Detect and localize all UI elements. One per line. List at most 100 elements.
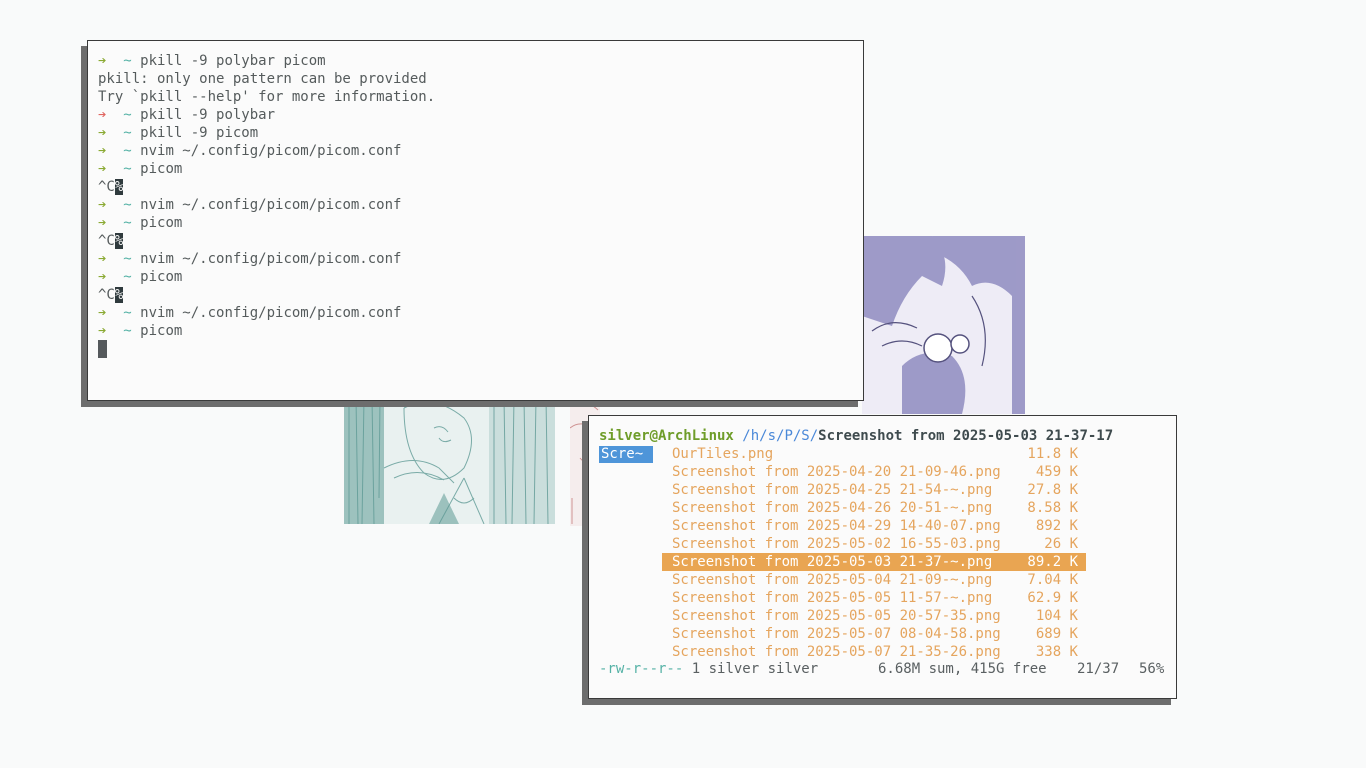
home-dir-indicator: ~ [123,305,132,321]
terminal-cursor [98,340,107,358]
prompt-arrow-icon: ➔ [98,305,107,321]
file-name: Screenshot from 2025-05-05 20-57-35.png [672,608,1001,624]
prompt-arrow-icon: ➔ [98,251,107,267]
file-size: 459 K [1035,464,1078,480]
file-name: Screenshot from 2025-04-20 21-09-46.png [672,464,1001,480]
file-size: 892 K [1035,518,1078,534]
interrupt-text: ^C [98,179,115,195]
file-row[interactable]: Screenshot from 2025-05-07 21-35-26.png 3… [662,643,1086,661]
terminal-prompt-line: ➔ ~ nvim ~/.config/picom/picom.conf [98,250,435,268]
file-size: 62.9 K [1027,590,1078,606]
file-owner: 1 silver silver [691,661,819,677]
home-dir-indicator: ~ [123,161,132,177]
home-dir-indicator: ~ [123,143,132,159]
home-dir-indicator: ~ [123,53,132,69]
file-name: Screenshot from 2025-04-26 20-51-~.png [672,500,993,516]
command-text: nvim ~/.config/picom/picom.conf [131,251,402,267]
file-row[interactable]: Screenshot from 2025-05-04 21-09-~.png 7.… [662,571,1086,589]
terminal-prompt-line: ➔ ~ pkill -9 polybar [98,106,435,124]
home-dir-indicator: ~ [123,125,132,141]
command-output-line: pkill: only one pattern can be provided [98,71,427,87]
file-permissions: -rw-r--r-- [599,661,684,677]
command-text: picom [131,323,183,339]
home-dir-indicator: ~ [123,107,132,123]
directory-summary: 6.68M sum, 415G free [878,661,1047,677]
home-dir-indicator: ~ [123,323,132,339]
command-text: pkill -9 picom [131,125,259,141]
terminal-prompt-line: ➔ ~ nvim ~/.config/picom/picom.conf [98,142,435,160]
current-path: /h/s/P/S/ [742,428,819,444]
file-name: Screenshot from 2025-04-25 21-54-~.png [672,482,993,498]
file-name: Screenshot from 2025-05-07 21-35-26.png [672,644,1001,660]
cursor-position: 21/37 [1077,661,1120,677]
file-size: 89.2 K [1027,554,1078,570]
file-name: Screenshot from 2025-05-03 21-37-~.png [672,554,993,570]
file-size: 8.58 K [1027,500,1078,516]
home-dir-indicator: ~ [123,269,132,285]
terminal-prompt-line: ➔ ~ picom [98,322,435,340]
wallpaper-image-fragment-left [344,398,555,524]
terminal-prompt-line: ➔ ~ nvim ~/.config/picom/picom.conf [98,196,435,214]
file-size: 7.04 K [1027,572,1078,588]
file-row[interactable]: Screenshot from 2025-04-26 20-51-~.png 8.… [662,499,1086,517]
user-host: silver@ArchLinux [599,428,734,444]
file-size: 104 K [1035,608,1078,624]
command-text: picom [131,161,183,177]
command-text: pkill -9 polybar [131,107,276,123]
home-dir-indicator: ~ [123,251,132,267]
file-size: 689 K [1035,626,1078,642]
interrupt-line: ^C% [98,178,435,196]
status-bar: -rw-r--r-- 1 silver silver 6.68M sum, 415… [599,660,1165,678]
prompt-arrow-icon: ➔ [98,143,107,159]
prompt-arrow-icon: ➔ [98,323,107,339]
file-size: 27.8 K [1027,482,1078,498]
command-text: picom [131,269,183,285]
no-newline-marker: % [114,233,124,249]
command-text: nvim ~/.config/picom/picom.conf [131,143,402,159]
command-text: pkill -9 polybar picom [131,53,326,69]
file-row[interactable]: Screenshot from 2025-05-07 08-04-58.png 6… [662,625,1086,643]
file-row[interactable]: Screenshot from 2025-04-29 14-40-07.png 8… [662,517,1086,535]
terminal-output: ➔ ~ pkill -9 polybar picom pkill: only on… [98,52,435,358]
wallpaper-image-fragment-right [862,236,1025,414]
command-output-line: Try `pkill --help' for more information. [98,89,436,105]
prompt-arrow-icon: ➔ [98,197,107,213]
file-name: Screenshot from 2025-05-05 11-57-~.png [672,590,993,606]
command-text: nvim ~/.config/picom/picom.conf [131,197,402,213]
file-row[interactable]: Screenshot from 2025-05-05 11-57-~.png 62… [662,589,1086,607]
prompt-arrow-icon: ➔ [98,215,107,231]
terminal-prompt-line: ➔ ~ pkill -9 polybar picom [98,52,435,70]
file-row[interactable]: Screenshot from 2025-04-25 21-54-~.png 27… [662,481,1086,499]
terminal-prompt-line: ➔ ~ nvim ~/.config/picom/picom.conf [98,304,435,322]
no-newline-marker: % [114,179,124,195]
file-name: Screenshot from 2025-04-29 14-40-07.png [672,518,1001,534]
interrupt-line: ^C% [98,232,435,250]
file-row-selected[interactable]: Screenshot from 2025-05-03 21-37-~.png 89… [662,553,1086,571]
terminal-prompt-line: ➔ ~ picom [98,160,435,178]
file-row[interactable]: Screenshot from 2025-04-20 21-09-46.png 4… [662,463,1086,481]
file-name: Screenshot from 2025-05-02 16-55-03.png [672,536,1001,552]
prompt-arrow-icon: ➔ [98,125,107,141]
parent-directory-tab[interactable]: Scre~ [599,446,653,463]
file-name: OurTiles.png [672,446,774,462]
terminal-input-line[interactable] [98,340,435,358]
prompt-arrow-icon: ➔ [98,269,107,285]
scroll-percent: 56% [1139,661,1165,677]
terminal-prompt-line: ➔ ~ pkill -9 picom [98,124,435,142]
current-file-name: Screenshot from 2025-05-03 21-37-17 [818,428,1114,444]
file-row[interactable]: OurTiles.png 11.8 K [662,445,1086,463]
terminal-window[interactable]: ➔ ~ pkill -9 polybar picom pkill: only on… [87,40,864,401]
home-dir-indicator: ~ [123,215,132,231]
file-manager-window[interactable]: silver@ArchLinux /h/s/P/S/Screenshot fro… [588,415,1177,699]
terminal-prompt-line: ➔ ~ picom [98,268,435,286]
file-name: Screenshot from 2025-05-07 08-04-58.png [672,626,1001,642]
file-size: 338 K [1035,644,1078,660]
prompt-error-arrow-icon: ➔ [98,107,107,123]
home-dir-indicator: ~ [123,197,132,213]
interrupt-text: ^C [98,233,115,249]
file-size: 26 K [1044,536,1078,552]
file-row[interactable]: Screenshot from 2025-05-05 20-57-35.png 1… [662,607,1086,625]
prompt-arrow-icon: ➔ [98,161,107,177]
file-row[interactable]: Screenshot from 2025-05-02 16-55-03.png 2… [662,535,1086,553]
command-text: picom [131,215,183,231]
